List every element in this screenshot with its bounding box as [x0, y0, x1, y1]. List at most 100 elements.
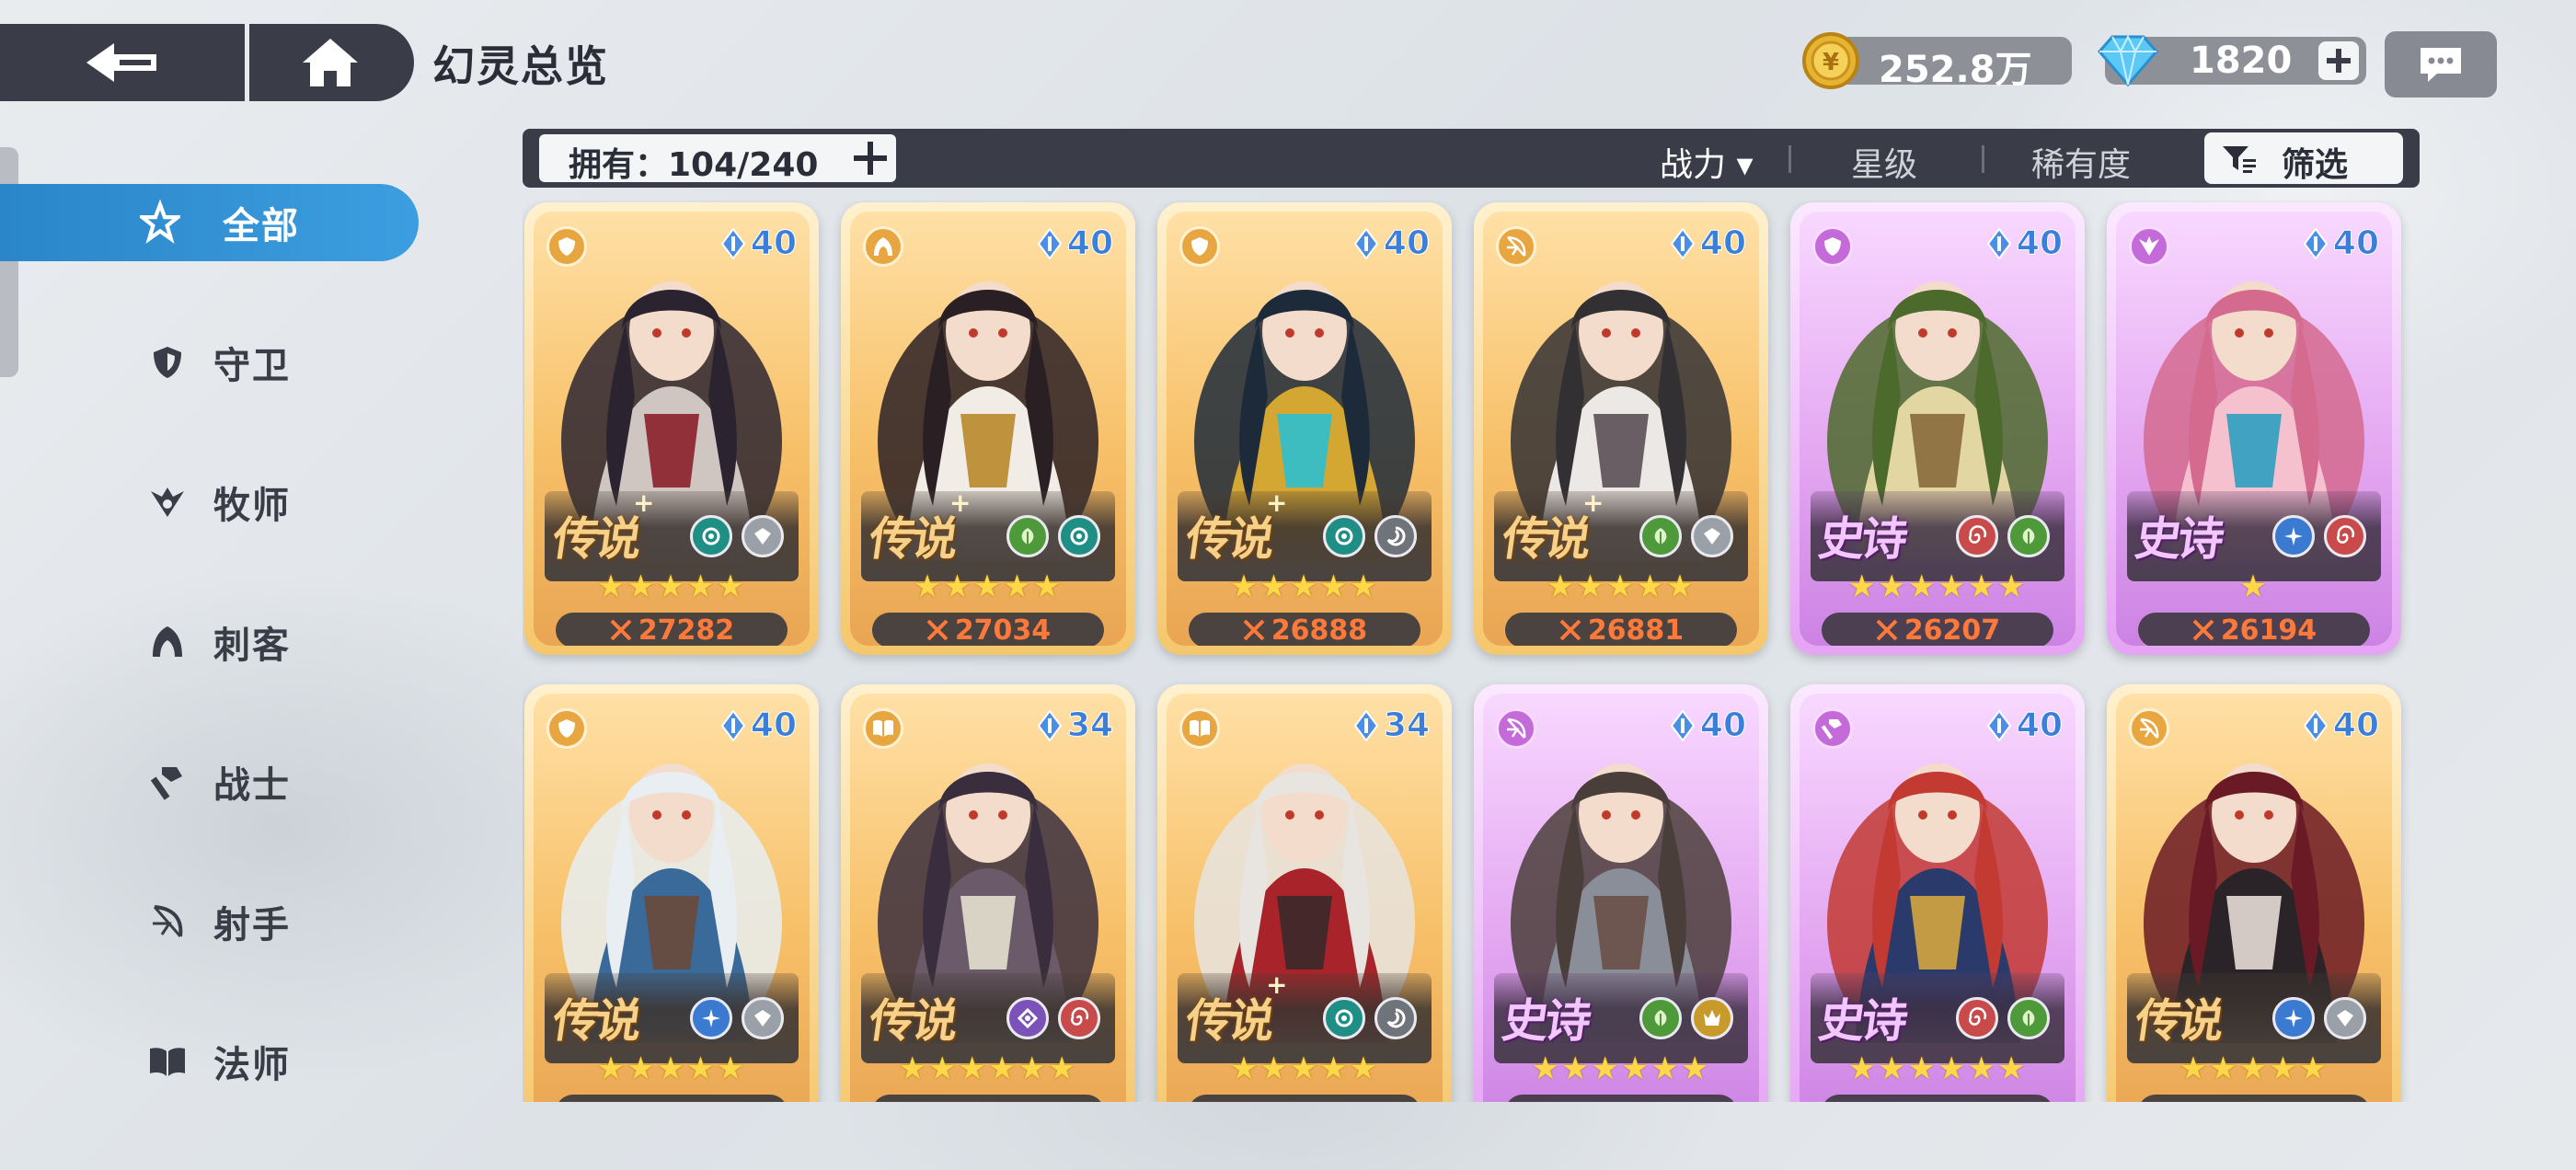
sidebar-item-label: 刺客 — [213, 625, 291, 667]
hero-card[interactable]: 40 传说 + ★★★★★ 27282 — [524, 202, 819, 655]
crossed-swords-icon — [1926, 1101, 1943, 1102]
diamond-icon — [2098, 34, 2158, 87]
rarity-label: 传说 — [549, 993, 642, 1048]
sidebar-item-archer[interactable]: 射手 — [0, 883, 419, 960]
rarity-label: 传说 — [866, 993, 959, 1048]
level-gem-icon — [1670, 227, 1695, 259]
plus-mark-icon: + — [1582, 488, 1604, 518]
power-bar — [2138, 1095, 2370, 1102]
crossed-swords-icon — [926, 619, 949, 641]
power-bar: 26881 — [1505, 613, 1737, 646]
rarity-label: 传说 — [1499, 511, 1592, 566]
class-priest-icon — [2129, 226, 2169, 267]
sort-by-star[interactable]: 星级 — [1851, 138, 1917, 186]
star-rating: ★★★★★★ — [1847, 568, 2028, 605]
sort-by-rarity[interactable]: 稀有度 — [2031, 138, 2131, 186]
power-bar: 27034 — [872, 613, 1104, 646]
chat-button[interactable] — [2385, 31, 2497, 98]
sidebar-item-warrior[interactable]: 战士 — [0, 743, 419, 820]
expand-slots-icon[interactable] — [850, 140, 891, 177]
home-button[interactable] — [245, 24, 410, 101]
hero-card[interactable]: 40 传说 ★★★★★ — [2107, 684, 2401, 1102]
sidebar-item-priest[interactable]: 牧师 — [0, 464, 419, 541]
svg-text:¥: ¥ — [1823, 49, 1839, 76]
filter-funnel-icon — [2223, 146, 2256, 173]
home-icon — [302, 39, 358, 86]
hero-card[interactable]: 40 传说 + ★★★★★ 27034 — [841, 202, 1135, 655]
element-violet-icon — [1006, 997, 1049, 1039]
crossed-swords-icon — [1559, 619, 1581, 641]
level-gem-icon — [720, 227, 745, 259]
sidebar-item-assassin[interactable]: 刺客 — [0, 603, 419, 681]
sidebar-item-all[interactable]: 全部 — [0, 184, 419, 261]
card-art: 34 传说 + ★★★★★ — [1167, 694, 1443, 1102]
hero-card[interactable]: 34 传说 + ★★★★★ — [1157, 684, 1452, 1102]
element-teal-icon — [1058, 515, 1100, 557]
star-rating: ★★★★★ — [913, 568, 1064, 605]
power-value: 27034 — [954, 614, 1052, 647]
element-teal-icon — [1323, 997, 1365, 1039]
power-value: 27282 — [638, 614, 735, 647]
card-art: 40 传说 + ★★★★★ 26881 — [1483, 212, 1759, 646]
level-badge: 34 — [1353, 706, 1431, 745]
sidebar-item-guardian[interactable]: 守卫 — [0, 324, 419, 401]
hero-card[interactable]: 40 史诗 ★★★★★★ — [1474, 684, 1768, 1102]
sidebar-item-mage[interactable]: 法师 — [0, 1023, 419, 1100]
level-badge: 40 — [2303, 224, 2380, 263]
card-art: 40 史诗 ★★★★★★ 26207 — [1800, 212, 2076, 646]
add-gem-button[interactable] — [2318, 41, 2359, 80]
power-value: 26207 — [1903, 614, 2001, 647]
level-gem-icon — [1986, 709, 2011, 741]
crossed-swords-icon — [2192, 619, 2214, 641]
filter-label: 筛选 — [2282, 146, 2349, 184]
sidebar-item-label: 全部 — [223, 205, 300, 247]
crossed-swords-icon — [1610, 1101, 1627, 1102]
level-badge: 34 — [1037, 706, 1114, 745]
hero-card[interactable]: 40 传说 + ★★★★★ 26888 — [1157, 202, 1452, 655]
owned-count-box[interactable]: 拥有：104/240 — [539, 134, 896, 184]
element-teal-icon — [690, 515, 732, 557]
hero-card[interactable]: 40 史诗 ★★★★★★ — [1790, 684, 2085, 1102]
hero-card[interactable]: 34 传说 ★★★★★★ — [841, 684, 1135, 1102]
gem-currency: 1820 — [2098, 34, 2366, 87]
priest-wings-icon — [147, 482, 188, 522]
card-art: 34 传说 ★★★★★★ — [850, 694, 1126, 1102]
owned-count: 拥有：104/240 — [569, 146, 819, 184]
element-silver-icon — [2324, 997, 2366, 1039]
plus-icon — [2327, 49, 2351, 73]
sort-by-power[interactable]: 战力 ▾ — [1660, 138, 1754, 186]
element-green-icon — [2007, 515, 2050, 557]
hero-level: 40 — [1066, 224, 1113, 263]
crossed-swords-icon — [1243, 619, 1265, 641]
plus-mark-icon: + — [1266, 488, 1288, 518]
hero-level: 40 — [1699, 224, 1746, 263]
card-art: 40 史诗 ★★★★★★ — [1800, 694, 2076, 1102]
all-star-icon — [140, 199, 180, 245]
back-button[interactable] — [0, 24, 245, 101]
class-assassin-icon — [863, 226, 903, 267]
level-gem-icon — [1037, 709, 1062, 741]
crossed-swords-icon — [661, 1101, 677, 1102]
crossed-swords-icon — [2243, 1101, 2260, 1102]
power-bar — [872, 1095, 1104, 1102]
element-green-icon — [1639, 515, 1682, 557]
level-gem-icon — [2303, 227, 2328, 259]
hero-level: 34 — [1383, 706, 1430, 745]
hero-level: 40 — [2016, 706, 2063, 745]
card-art: 40 传说 ★★★★★ — [534, 694, 810, 1102]
class-mage-icon — [1179, 708, 1220, 749]
hero-card[interactable]: 40 史诗 ★★★★★★ 26207 — [1790, 202, 2085, 655]
rarity-label: 史诗 — [1499, 993, 1592, 1048]
hero-card[interactable]: 40 传说 ★★★★★ — [524, 684, 819, 1102]
element-swirl-icon — [2324, 515, 2366, 557]
gold-currency: ¥ 252.8万 — [1802, 32, 2072, 91]
level-badge: 40 — [720, 224, 798, 263]
level-badge: 40 — [1037, 224, 1114, 263]
power-bar — [1505, 1095, 1737, 1102]
hero-card[interactable]: 40 传说 + ★★★★★ 26881 — [1474, 202, 1768, 655]
hero-level: 40 — [1383, 224, 1430, 263]
card-art: 40 传说 + ★★★★★ 27034 — [850, 212, 1126, 646]
hero-card[interactable]: 40 史诗 ★ 26194 — [2107, 202, 2401, 655]
rarity-label: 传说 — [866, 511, 959, 566]
filter-button[interactable]: 筛选 — [2204, 132, 2403, 184]
